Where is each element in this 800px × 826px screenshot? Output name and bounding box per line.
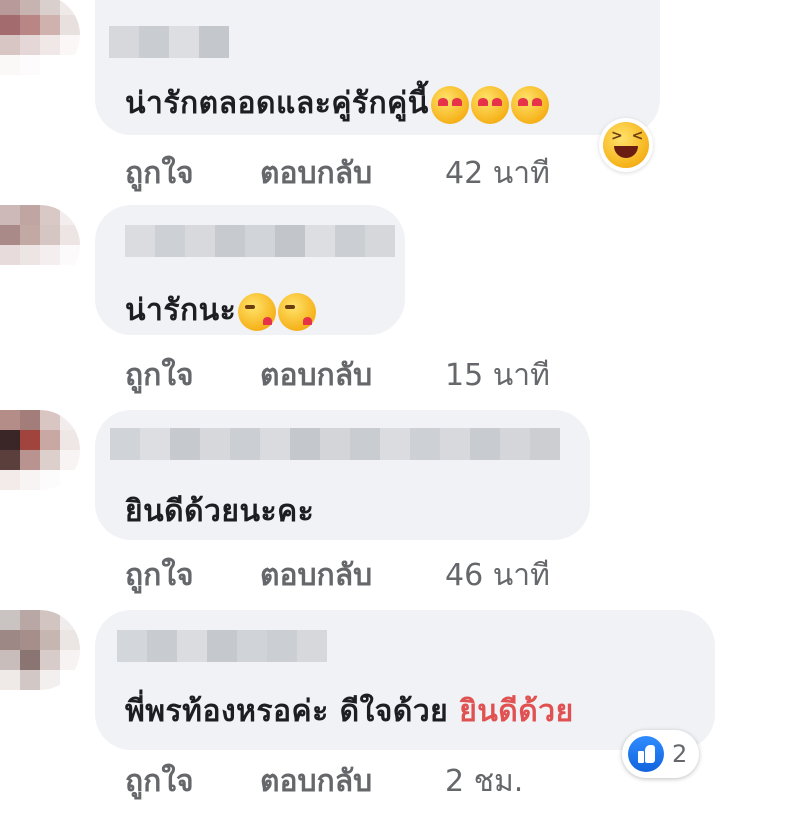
author-name-blurred[interactable] xyxy=(110,428,560,460)
reply-link[interactable]: ตอบกลับ xyxy=(260,150,445,197)
highlighted-text: ยินดีด้วย xyxy=(459,694,574,729)
like-link[interactable]: ถูกใจ xyxy=(125,758,260,805)
like-link[interactable]: ถูกใจ xyxy=(125,150,260,197)
smiling-hearts-emoji-icon xyxy=(470,85,509,124)
smiling-hearts-emoji-icon xyxy=(430,85,469,124)
laughing-reaction-icon[interactable] xyxy=(603,122,649,168)
comment-text: ยินดีด้วยนะคะ xyxy=(125,494,315,529)
author-name-blurred[interactable] xyxy=(125,225,395,257)
like-icon xyxy=(628,736,664,772)
comment-actions: ถูกใจ ตอบกลับ 15 นาที xyxy=(125,352,550,399)
smiling-hearts-emoji-icon xyxy=(510,85,549,124)
comment-text: น่ารักตลอดและคู่รักคู่นี้ xyxy=(125,80,549,127)
timestamp[interactable]: 2 ชม. xyxy=(445,758,523,805)
comment-bubble: ยินดีด้วยนะคะ xyxy=(95,410,590,540)
timestamp[interactable]: 15 นาที xyxy=(445,352,550,399)
timestamp[interactable]: 42 นาที xyxy=(445,150,550,197)
avatar[interactable] xyxy=(0,610,80,690)
kissing-heart-emoji-icon xyxy=(278,292,317,331)
comment-actions: ถูกใจ ตอบกลับ 46 นาที xyxy=(125,552,550,599)
reply-link[interactable]: ตอบกลับ xyxy=(260,352,445,399)
reply-link[interactable]: ตอบกลับ xyxy=(260,552,445,599)
comment-actions: ถูกใจ ตอบกลับ 42 นาที xyxy=(125,150,550,197)
avatar[interactable] xyxy=(0,205,80,285)
comment-bubble: พี่พรท้องหรอค่ะ ดีใจด้วย ยินดีด้วย xyxy=(95,610,715,750)
comment-text: น่ารักนะ xyxy=(125,287,317,334)
comment-text: พี่พรท้องหรอค่ะ ดีใจด้วย ยินดีด้วย xyxy=(125,694,574,729)
like-link[interactable]: ถูกใจ xyxy=(125,552,260,599)
comment-actions: ถูกใจ ตอบกลับ 2 ชม. xyxy=(125,758,523,805)
kissing-heart-emoji-icon xyxy=(238,292,277,331)
reaction-summary[interactable]: 2 xyxy=(622,730,700,778)
reaction-count: 2 xyxy=(672,740,688,768)
like-link[interactable]: ถูกใจ xyxy=(125,352,260,399)
comment-bubble: น่ารักตลอดและคู่รักคู่นี้ xyxy=(95,0,660,135)
reply-link[interactable]: ตอบกลับ xyxy=(260,758,445,805)
comment-bubble: น่ารักนะ xyxy=(95,205,405,335)
avatar[interactable] xyxy=(0,0,80,75)
author-name-blurred[interactable] xyxy=(109,26,229,58)
timestamp[interactable]: 46 นาที xyxy=(445,552,550,599)
author-name-blurred[interactable] xyxy=(117,630,327,662)
avatar[interactable] xyxy=(0,410,80,490)
